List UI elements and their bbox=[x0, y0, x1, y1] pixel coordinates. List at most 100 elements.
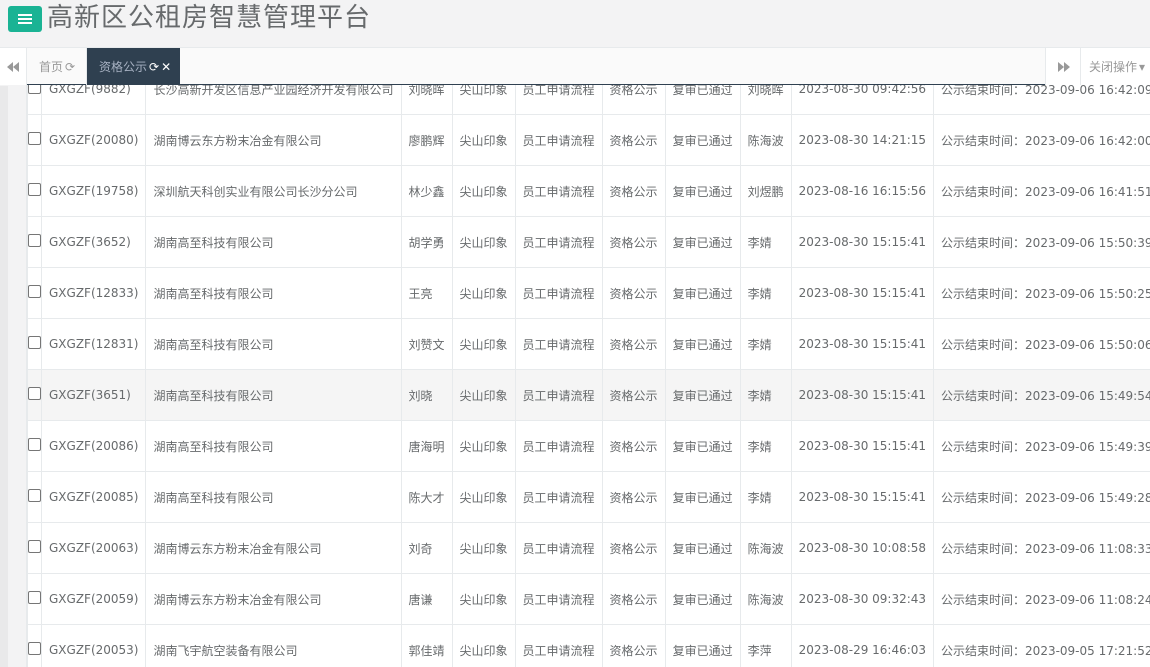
cell-time: 2023-08-30 10:08:58 bbox=[790, 522, 935, 574]
cell-status: 复审已通过 bbox=[664, 318, 741, 370]
cell-operator: 李婧 bbox=[739, 471, 792, 523]
cell-project: 尖山印象 bbox=[451, 624, 516, 667]
cell-company: 湖南博云东方粉末冶金有限公司 bbox=[145, 114, 402, 166]
cell-stage: 资格公示 bbox=[601, 420, 666, 472]
cell-code: GXGZF(20053) bbox=[40, 624, 147, 667]
cell-project: 尖山印象 bbox=[451, 318, 516, 370]
cell-status: 复审已通过 bbox=[664, 165, 741, 217]
cell-status: 复审已通过 bbox=[664, 267, 741, 319]
refresh-icon[interactable]: ⟳ bbox=[149, 60, 159, 74]
cell-company: 湖南高至科技有限公司 bbox=[145, 216, 402, 268]
tab-scroll-left-button[interactable] bbox=[0, 48, 27, 85]
row-checkbox[interactable] bbox=[28, 387, 41, 400]
close-icon[interactable]: ✕ bbox=[161, 60, 171, 74]
cell-stage: 资格公示 bbox=[601, 369, 666, 421]
cell-project: 尖山印象 bbox=[451, 165, 516, 217]
cell-time: 2023-08-30 15:15:41 bbox=[790, 267, 935, 319]
cell-operator: 李萍 bbox=[739, 624, 792, 667]
cell-time: 2023-08-30 15:15:41 bbox=[790, 369, 935, 421]
table-row[interactable]: GXGZF(20059) 湖南博云东方粉末冶金有限公司 唐谦 尖山印象 员工申请流程 资格… bbox=[27, 573, 1150, 625]
table-row[interactable]: GXGZF(19758) 深圳航天科创实业有限公司长沙分公司 林少鑫 尖山印象 员工申请… bbox=[27, 165, 1150, 217]
double-chevron-left-icon bbox=[7, 61, 19, 72]
row-checkbox[interactable] bbox=[28, 591, 41, 604]
close-operations-dropdown[interactable]: 关闭操作 ▾ bbox=[1080, 48, 1150, 85]
cell-status: 复审已通过 bbox=[664, 624, 741, 667]
tab-bar: 首页 ⟳ 资格公示 ⟳ ✕ 关闭操作 ▾ bbox=[0, 47, 1150, 85]
table-row[interactable]: GXGZF(3651) 湖南高至科技有限公司 刘晓 尖山印象 员工申请流程 资格公示 复审已… bbox=[27, 369, 1150, 421]
cell-time: 2023-08-30 15:15:41 bbox=[790, 471, 935, 523]
table-row[interactable]: GXGZF(12831) 湖南高至科技有限公司 刘赞文 尖山印象 员工申请流程 资格公示复… bbox=[27, 318, 1150, 370]
cell-operator: 李婧 bbox=[739, 216, 792, 268]
cell-operator: 李婧 bbox=[739, 420, 792, 472]
cell-project: 尖山印象 bbox=[451, 573, 516, 625]
row-select-cell bbox=[27, 573, 42, 625]
row-checkbox[interactable] bbox=[28, 489, 41, 502]
cell-project: 尖山印象 bbox=[451, 216, 516, 268]
cell-code: GXGZF(19758) bbox=[40, 165, 147, 217]
cell-status: 复审已通过 bbox=[664, 522, 741, 574]
cell-end: 公示结束时间：2023-09-05 17:21:52 bbox=[933, 624, 1150, 667]
cell-flow: 员工申请流程 bbox=[514, 522, 603, 574]
cell-stage: 资格公示 bbox=[601, 471, 666, 523]
table-body: GXGZF(9882) 长沙高新开发区信息产业园经济开发有限公司 刘晓晖 尖山印象 员工… bbox=[27, 63, 1150, 667]
left-scroll-strip bbox=[0, 86, 8, 667]
tab-scroll-right-button[interactable] bbox=[1045, 48, 1081, 85]
tab-home[interactable]: 首页 ⟳ bbox=[27, 48, 87, 85]
cell-stage: 资格公示 bbox=[601, 624, 666, 667]
cell-stage: 资格公示 bbox=[601, 216, 666, 268]
cell-stage: 资格公示 bbox=[601, 522, 666, 574]
cell-code: GXGZF(3652) bbox=[40, 216, 147, 268]
table-row[interactable]: GXGZF(20063) 湖南博云东方粉末冶金有限公司 刘奇 尖山印象 员工申请流程 资格… bbox=[27, 522, 1150, 574]
row-checkbox[interactable] bbox=[28, 540, 41, 553]
table-row[interactable]: GXGZF(20086) 湖南高至科技有限公司 唐海明 尖山印象 员工申请流程 资格公示复… bbox=[27, 420, 1150, 472]
cell-company: 湖南高至科技有限公司 bbox=[145, 471, 402, 523]
cell-time: 2023-08-30 15:15:41 bbox=[790, 216, 935, 268]
tab-qualification-publicity[interactable]: 资格公示 ⟳ ✕ bbox=[87, 48, 180, 85]
row-checkbox[interactable] bbox=[28, 642, 41, 655]
cell-status: 复审已通过 bbox=[664, 573, 741, 625]
row-checkbox[interactable] bbox=[28, 438, 41, 451]
table-row[interactable]: GXGZF(12833) 湖南高至科技有限公司 王亮 尖山印象 员工申请流程 资格公示 复审… bbox=[27, 267, 1150, 319]
cell-project: 尖山印象 bbox=[451, 522, 516, 574]
cell-end: 公示结束时间：2023-09-06 16:42:00 bbox=[933, 114, 1150, 166]
row-checkbox[interactable] bbox=[28, 132, 41, 145]
refresh-icon[interactable]: ⟳ bbox=[65, 60, 75, 74]
row-checkbox[interactable] bbox=[28, 336, 41, 349]
row-checkbox[interactable] bbox=[28, 285, 41, 298]
row-checkbox[interactable] bbox=[28, 234, 41, 247]
table-row[interactable]: GXGZF(20085) 湖南高至科技有限公司 陈大才 尖山印象 员工申请流程 资格公示复… bbox=[27, 471, 1150, 523]
cell-name: 王亮 bbox=[400, 267, 453, 319]
cell-name: 刘赞文 bbox=[400, 318, 453, 370]
cell-stage: 资格公示 bbox=[601, 573, 666, 625]
cell-operator: 李婧 bbox=[739, 369, 792, 421]
cell-company: 湖南高至科技有限公司 bbox=[145, 318, 402, 370]
cell-stage: 资格公示 bbox=[601, 318, 666, 370]
cell-code: GXGZF(3651) bbox=[40, 369, 147, 421]
cell-project: 尖山印象 bbox=[451, 471, 516, 523]
cell-flow: 员工申请流程 bbox=[514, 624, 603, 667]
cell-stage: 资格公示 bbox=[601, 114, 666, 166]
cell-status: 复审已通过 bbox=[664, 471, 741, 523]
cell-code: GXGZF(20085) bbox=[40, 471, 147, 523]
cell-company: 湖南飞宇航空装备有限公司 bbox=[145, 624, 402, 667]
cell-name: 廖鹏辉 bbox=[400, 114, 453, 166]
cell-operator: 陈海波 bbox=[739, 114, 792, 166]
row-select-cell bbox=[27, 114, 42, 166]
cell-flow: 员工申请流程 bbox=[514, 573, 603, 625]
cell-operator: 李婧 bbox=[739, 318, 792, 370]
table-row[interactable]: GXGZF(3652) 湖南高至科技有限公司 胡学勇 尖山印象 员工申请流程 资格公示 复审… bbox=[27, 216, 1150, 268]
cell-time: 2023-08-29 16:46:03 bbox=[790, 624, 935, 667]
cell-code: GXGZF(12831) bbox=[40, 318, 147, 370]
cell-code: GXGZF(20086) bbox=[40, 420, 147, 472]
cell-status: 复审已通过 bbox=[664, 369, 741, 421]
cell-company: 湖南博云东方粉末冶金有限公司 bbox=[145, 573, 402, 625]
cell-flow: 员工申请流程 bbox=[514, 165, 603, 217]
cell-name: 郭佳靖 bbox=[400, 624, 453, 667]
cell-company: 湖南高至科技有限公司 bbox=[145, 267, 402, 319]
hamburger-icon[interactable] bbox=[8, 6, 42, 32]
cell-end: 公示结束时间：2023-09-06 15:50:39 bbox=[933, 216, 1150, 268]
table-row[interactable]: GXGZF(20053) 湖南飞宇航空装备有限公司 郭佳靖 尖山印象 员工申请流程 资格公… bbox=[27, 624, 1150, 667]
table-container: GXGZF(9882) 长沙高新开发区信息产业园经济开发有限公司 刘晓晖 尖山印象 员工… bbox=[26, 63, 1150, 667]
row-checkbox[interactable] bbox=[28, 183, 41, 196]
table-row[interactable]: GXGZF(20080) 湖南博云东方粉末冶金有限公司 廖鹏辉 尖山印象 员工申请流程资… bbox=[27, 114, 1150, 166]
